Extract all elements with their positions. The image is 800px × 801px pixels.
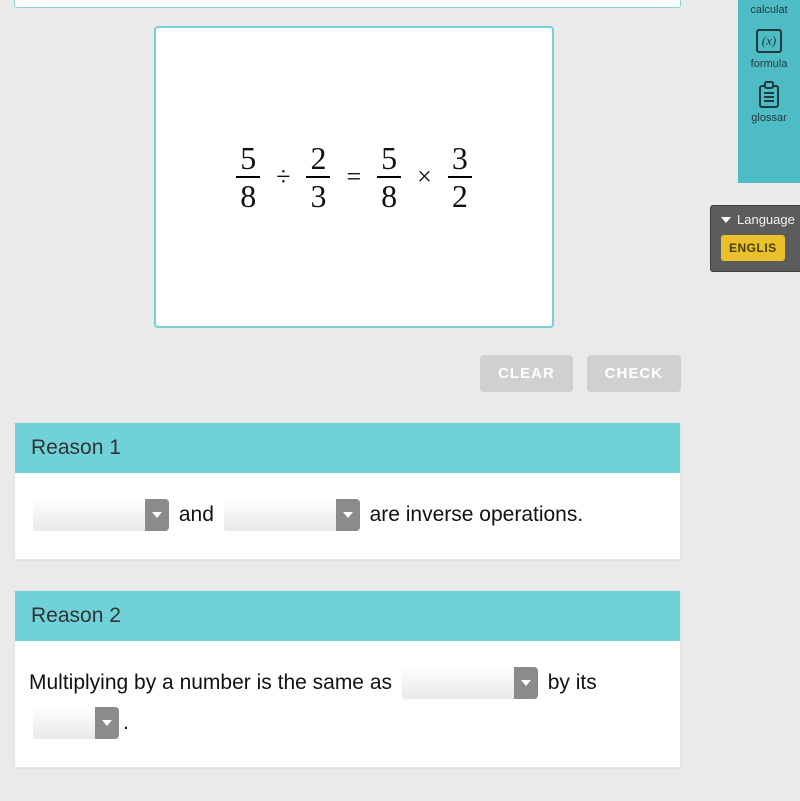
equation-panel: 5 8 ÷ 2 3 = 5 8 × 3 2 (154, 26, 554, 328)
formulas-label: formula (751, 58, 788, 70)
language-selected[interactable]: ENGLIS (721, 235, 785, 261)
operator-equals: = (344, 162, 363, 192)
equation: 5 8 ÷ 2 3 = 5 8 × 3 2 (236, 142, 472, 212)
previous-panel-edge (14, 0, 681, 8)
glossary-label: glossar (751, 112, 786, 124)
check-button[interactable]: CHECK (587, 355, 681, 392)
dropdown-field (224, 499, 336, 531)
dropdown-field (402, 667, 514, 699)
action-row: CLEAR CHECK (14, 355, 681, 392)
dropdown-field (33, 707, 95, 739)
fraction-1-denominator: 8 (236, 178, 260, 212)
chevron-down-icon (514, 667, 538, 699)
fraction-3: 5 8 (377, 142, 401, 212)
clear-button[interactable]: CLEAR (480, 355, 573, 392)
reason-1-body: and are inverse operations. (15, 473, 680, 559)
reason-1-dropdown-1[interactable] (33, 499, 169, 531)
reason-2-text-b: by its (548, 671, 597, 694)
reason-1-text-tail: are inverse operations. (370, 503, 584, 526)
dropdown-field (33, 499, 145, 531)
reason-1-text-mid: and (179, 503, 214, 526)
reason-2-title: Reason 2 (15, 591, 680, 641)
language-header-label: Language (737, 212, 795, 227)
operator-divide: ÷ (274, 162, 292, 192)
operator-multiply: × (415, 162, 434, 192)
reason-1-card: Reason 1 and are inverse operations. (14, 422, 681, 560)
chevron-down-icon (95, 707, 119, 739)
fraction-3-denominator: 8 (377, 178, 401, 212)
fraction-3-numerator: 5 (377, 142, 401, 176)
reason-2-dropdown-2[interactable] (33, 707, 119, 739)
reason-2-dropdown-1[interactable] (402, 667, 538, 699)
svg-text:(x): (x) (762, 33, 776, 48)
formulas-tool[interactable]: (x) formula (738, 22, 800, 76)
fraction-4-denominator: 2 (448, 178, 472, 212)
fraction-4-numerator: 3 (448, 142, 472, 176)
fraction-2-denominator: 3 (306, 178, 330, 212)
chevron-down-icon (336, 499, 360, 531)
chevron-down-icon (721, 217, 731, 223)
calculator-tool[interactable]: calculat (738, 2, 800, 22)
chevron-down-icon (145, 499, 169, 531)
formulas-icon: (x) (754, 26, 784, 56)
language-panel[interactable]: Language ENGLIS (710, 205, 800, 272)
fraction-1-numerator: 5 (236, 142, 260, 176)
reason-2-text-a: Multiplying by a number is the same as (29, 671, 392, 694)
reason-1-title: Reason 1 (15, 423, 680, 473)
fraction-2-numerator: 2 (306, 142, 330, 176)
reason-2-body: Multiplying by a number is the same as b… (15, 641, 680, 767)
fraction-1: 5 8 (236, 142, 260, 212)
reason-2-card: Reason 2 Multiplying by a number is the … (14, 590, 681, 768)
calculator-label: calculat (750, 4, 787, 16)
fraction-2: 2 3 (306, 142, 330, 212)
tool-rail: calculat (x) formula glossar (738, 0, 800, 183)
glossary-tool[interactable]: glossar (738, 76, 800, 130)
reason-1-dropdown-2[interactable] (224, 499, 360, 531)
fraction-4: 3 2 (448, 142, 472, 212)
reason-2-text-c: . (123, 711, 129, 734)
glossary-icon (756, 80, 782, 110)
language-header[interactable]: Language (721, 212, 794, 227)
